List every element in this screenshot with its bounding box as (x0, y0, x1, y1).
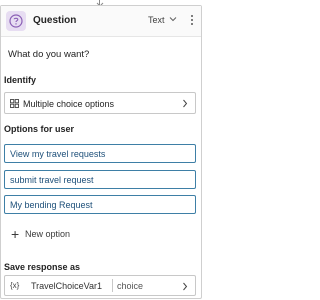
option-text: My bending Request (10, 200, 93, 210)
save-response-label: Save response as (4, 262, 81, 272)
variable-icon: {x} (10, 281, 20, 290)
option-text: submit travel request (10, 175, 94, 185)
chevron-right-icon (183, 99, 188, 108)
save-response-select[interactable]: {x} TravelChoiceVar1 choice (4, 275, 196, 296)
question-node[interactable]: Question Text What do you want? Identify… (0, 5, 202, 299)
node-header: Question Text (1, 6, 201, 37)
question-icon (6, 11, 26, 31)
identify-label: Identify (4, 75, 37, 85)
variable-name: TravelChoiceVar1 (31, 281, 103, 291)
identify-select[interactable]: Multiple choice options (4, 92, 196, 114)
identify-value: Multiple choice options (23, 99, 115, 109)
divider (112, 279, 113, 292)
new-option-label: New option (25, 229, 71, 239)
option-text: View my travel requests (10, 149, 106, 159)
node-title: Question (33, 15, 77, 26)
option-item[interactable]: submit travel request (4, 170, 196, 189)
variable-type: choice (117, 281, 144, 291)
plus-icon: + (11, 226, 20, 242)
question-text[interactable]: What do you want? (8, 49, 89, 60)
grid-icon (10, 99, 19, 108)
option-item[interactable]: My bending Request (4, 195, 196, 214)
chevron-right-icon (183, 282, 188, 291)
more-icon[interactable] (190, 14, 194, 26)
type-select[interactable]: Text (148, 15, 165, 25)
chevron-down-icon[interactable] (169, 16, 177, 22)
options-label: Options for user (4, 124, 75, 134)
option-item[interactable]: View my travel requests (4, 144, 196, 163)
